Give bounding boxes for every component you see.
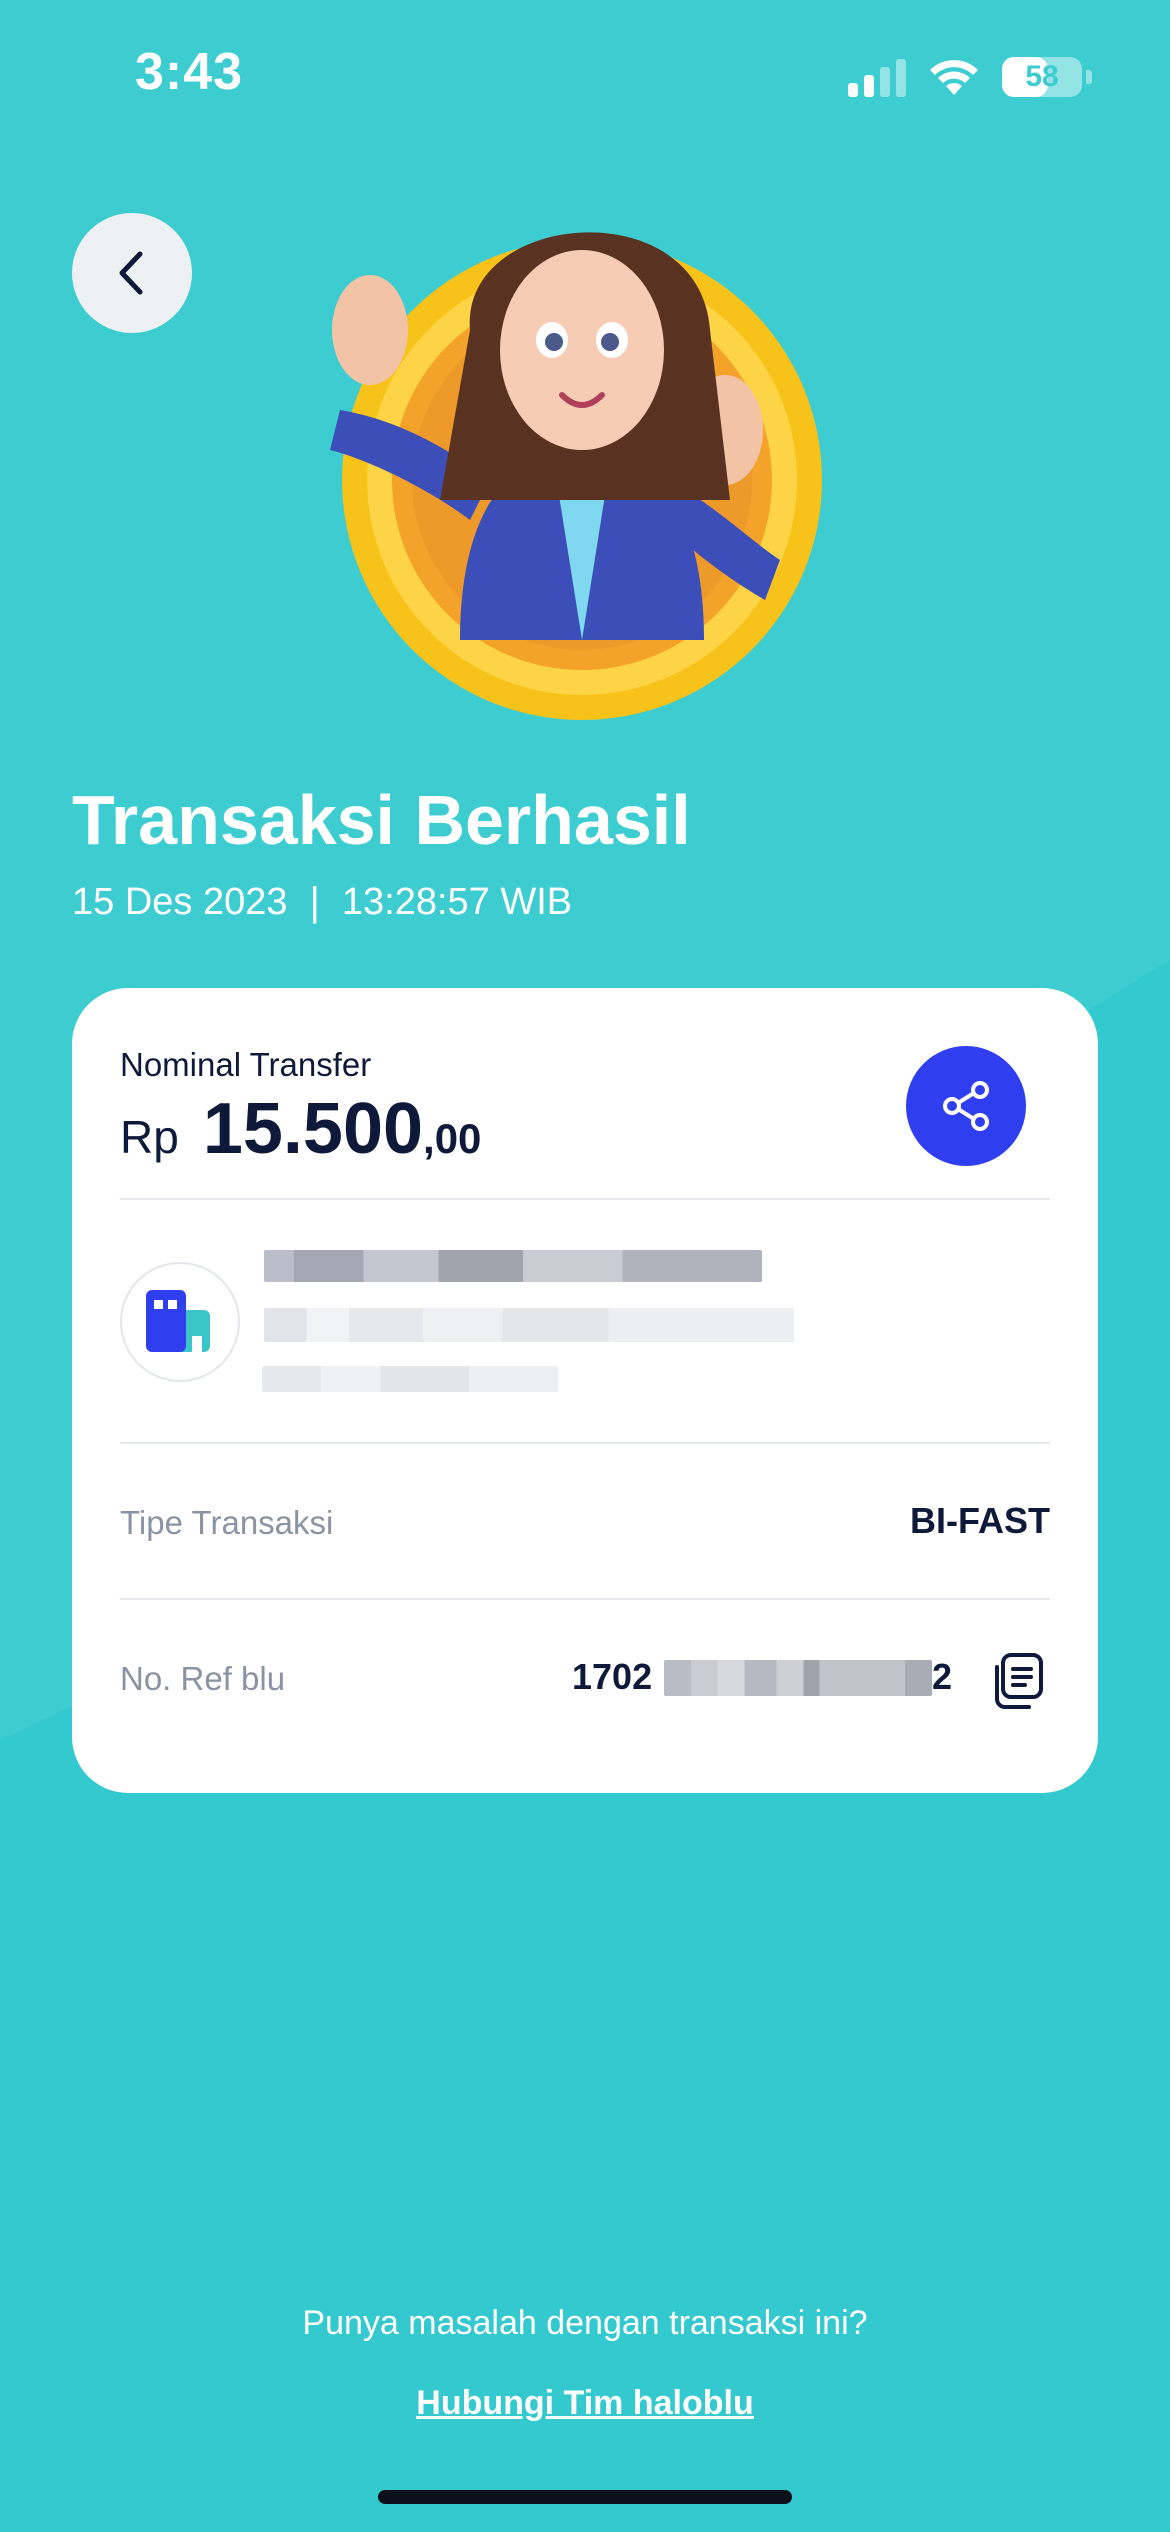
bank-logo xyxy=(120,1262,240,1382)
transaction-type-value: BI-FAST xyxy=(910,1500,1050,1541)
transaction-datetime: 15 Des 2023 | 13:28:57 WIB xyxy=(72,880,572,925)
divider xyxy=(120,1198,1050,1200)
ref-number-redacted xyxy=(664,1660,932,1696)
ref-number-start: 1702 xyxy=(572,1656,653,1697)
status-icons: 58 xyxy=(848,55,1092,99)
divider xyxy=(120,1598,1050,1600)
battery-icon: 58 xyxy=(1002,57,1082,97)
share-icon xyxy=(943,1081,989,1131)
wifi-icon xyxy=(930,60,978,95)
home-indicator xyxy=(378,2490,792,2504)
nominal-label: Nominal Transfer xyxy=(120,1046,372,1083)
status-time: 3:43 xyxy=(135,43,244,101)
copy-icon xyxy=(995,1653,1043,1709)
datetime-separator: | xyxy=(309,880,320,924)
hero-illustration xyxy=(330,232,822,720)
back-button[interactable] xyxy=(72,213,192,333)
copy-button[interactable] xyxy=(984,1648,1050,1714)
bank-building-icon xyxy=(146,1290,210,1352)
battery-level: 58 xyxy=(1025,60,1059,93)
share-button[interactable] xyxy=(906,1046,1026,1166)
status-bar: 3:43 58 xyxy=(0,0,1170,150)
page-title: Transaksi Berhasil xyxy=(72,781,691,859)
cellular-signal-icon xyxy=(848,57,906,97)
amount-currency: Rp xyxy=(120,1111,179,1163)
transaction-time: 13:28:57 WIB xyxy=(341,881,573,923)
chevron-left-icon xyxy=(119,251,143,295)
amount-value: 15.500 xyxy=(202,1089,424,1169)
transaction-card: Nominal Transfer Rp 15.500 ,00 Tipe Tran… xyxy=(72,988,1098,1793)
help-text: Punya masalah dengan transaksi ini? xyxy=(302,2304,868,2342)
transfer-amount: Rp 15.500 ,00 xyxy=(120,1088,481,1170)
amount-decimals: ,00 xyxy=(423,1115,482,1162)
contact-support-link[interactable]: Hubungi Tim haloblu xyxy=(0,2384,1170,2423)
transaction-type-label: Tipe Transaksi xyxy=(120,1504,334,1541)
divider xyxy=(120,1442,1050,1444)
transaction-date: 15 Des 2023 xyxy=(72,881,288,923)
battery-cap xyxy=(1086,70,1092,84)
ref-number-label: No. Ref blu xyxy=(120,1660,286,1697)
ref-number-end: 2 xyxy=(932,1656,953,1697)
